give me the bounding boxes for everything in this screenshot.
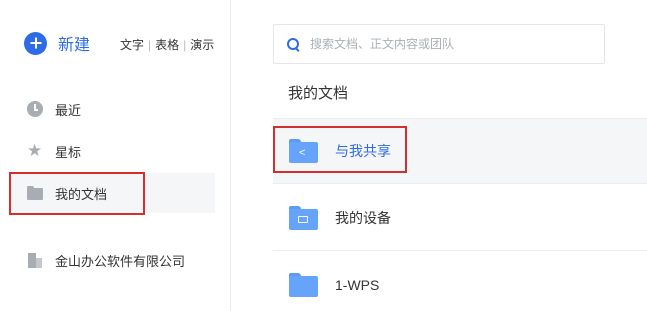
list-item-1-wps[interactable]: 1-WPS — [273, 252, 647, 311]
list-item-label: 我的设备 — [335, 209, 391, 226]
sidebar-item-label: 最近 — [55, 102, 82, 118]
clock-icon — [27, 101, 43, 117]
page-title: 我的文档 — [288, 85, 349, 102]
sidebar-item-starred[interactable]: ★ 星标 — [10, 131, 215, 171]
monitor-icon — [298, 215, 308, 223]
sidebar-item-label: 我的文档 — [55, 186, 108, 202]
quick-create-links: 文字 | 表格 | 演示 — [120, 36, 214, 53]
folder-icon — [289, 272, 318, 297]
sidebar-item-label: 星标 — [55, 144, 82, 160]
divider: | — [148, 37, 152, 52]
quick-link-sheet[interactable]: 表格 — [155, 36, 179, 53]
new-button[interactable]: 新建 — [24, 31, 90, 55]
sidebar-item-recent[interactable]: 最近 — [10, 89, 215, 129]
quick-link-text[interactable]: 文字 — [120, 36, 144, 53]
list-item-label: 与我共享 — [335, 143, 391, 159]
list-item-my-devices[interactable]: 我的设备 — [273, 185, 647, 251]
device-folder-icon — [289, 205, 318, 230]
folder-icon — [27, 185, 43, 201]
divider: | — [183, 37, 187, 52]
sidebar: 新建 文字 | 表格 | 演示 最近 ★ 星标 我的文档 金山办公软件有限公司 — [0, 0, 231, 311]
star-icon: ★ — [27, 141, 43, 160]
plus-icon — [24, 31, 47, 55]
sidebar-item-label: 金山办公软件有限公司 — [55, 253, 186, 269]
search-icon — [287, 37, 300, 51]
list-item-shared-with-me[interactable]: < 与我共享 — [273, 118, 647, 184]
quick-link-presentation[interactable]: 演示 — [190, 36, 214, 53]
list-item-label: 1-WPS — [335, 276, 380, 293]
shared-folder-icon: < — [289, 139, 318, 163]
search-input[interactable] — [310, 37, 580, 51]
search-box[interactable] — [273, 24, 605, 64]
sidebar-item-company[interactable]: 金山办公软件有限公司 — [10, 240, 215, 280]
new-button-label: 新建 — [58, 37, 91, 54]
sidebar-item-my-documents[interactable]: 我的文档 — [10, 173, 215, 213]
share-icon: < — [299, 147, 306, 159]
building-icon — [27, 252, 43, 268]
